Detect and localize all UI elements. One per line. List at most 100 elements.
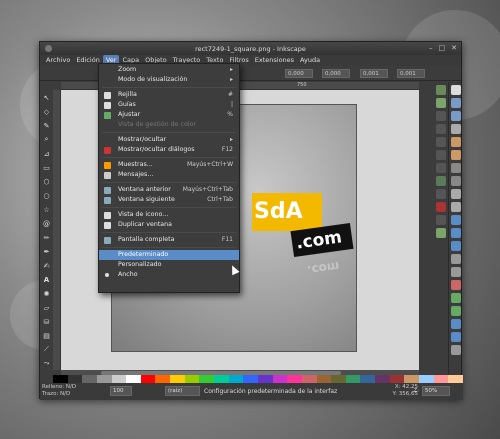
spiral-tool-icon[interactable]: @ [41, 217, 52, 230]
dropper-tool-icon[interactable]: ⟋ [41, 343, 52, 356]
new-document-icon[interactable] [451, 85, 461, 95]
palette-swatch[interactable] [184, 375, 200, 383]
pen-tool-icon[interactable]: ✒ [41, 245, 52, 258]
palette-swatch[interactable] [301, 375, 317, 383]
palette-swatch[interactable] [404, 375, 420, 383]
window-menu-icon[interactable] [45, 45, 52, 52]
zoom-field[interactable]: 50% [422, 386, 450, 396]
palette-swatch[interactable] [316, 375, 332, 383]
menu-item-vista-de-gestión-de-color[interactable]: Vista de gestión de color [99, 120, 239, 130]
export-icon[interactable] [451, 150, 461, 160]
maximize-icon[interactable]: □ [439, 44, 446, 52]
text-tool-icon[interactable]: A [41, 273, 52, 286]
import-icon[interactable] [451, 137, 461, 147]
star-tool-icon[interactable]: ☆ [41, 203, 52, 216]
spray-tool-icon[interactable]: ✺ [41, 287, 52, 300]
ellipse-tool-icon[interactable]: ○ [41, 189, 52, 202]
menu-item-pantalla-completa[interactable]: Pantalla completa F11 [99, 235, 239, 245]
menu-item-vista-de-icono[interactable]: Vista de icono... [99, 210, 239, 220]
palette-swatch[interactable] [331, 375, 346, 383]
menu-item-ventana-siguiente[interactable]: Ventana siguiente Ctrl+Tab [99, 195, 239, 205]
print-icon[interactable] [451, 124, 461, 134]
palette-swatch[interactable] [228, 375, 244, 383]
snap-page-icon[interactable] [436, 228, 446, 238]
zoom-tool-icon[interactable]: ⌕ [41, 133, 52, 146]
menu-item-duplicar-ventana[interactable]: Duplicar ventana [99, 220, 239, 230]
palette-swatch[interactable] [155, 375, 171, 383]
palette-swatch[interactable] [448, 375, 463, 383]
palette-swatch[interactable] [360, 375, 376, 383]
snap-smooth-icon[interactable] [436, 202, 446, 212]
palette-swatch[interactable] [272, 375, 288, 383]
pencil-tool-icon[interactable]: ✏ [41, 231, 52, 244]
layer-selector[interactable]: (raíz) [165, 386, 200, 396]
h-field[interactable]: 0,001 [397, 69, 425, 78]
snap-bbox-icon[interactable] [436, 98, 446, 108]
calligraphy-tool-icon[interactable]: ✍ [41, 259, 52, 272]
menu-item-zoom[interactable]: Zoom ▸ [99, 65, 239, 75]
3dbox-tool-icon[interactable]: ⬡ [41, 175, 52, 188]
opacity-field[interactable]: 100 [110, 386, 132, 396]
open-icon[interactable] [451, 98, 461, 108]
snap-midpoint-icon[interactable] [436, 137, 446, 147]
y-field[interactable]: 0,000 [322, 69, 350, 78]
x-field[interactable]: 0,000 [285, 69, 313, 78]
palette-swatch[interactable] [214, 375, 229, 383]
snap-nodes-icon[interactable] [436, 163, 446, 173]
undo-icon[interactable] [451, 163, 461, 173]
palette-swatch[interactable] [287, 375, 302, 383]
minimize-icon[interactable]: – [429, 44, 433, 52]
menu-item-ancho[interactable]: Ancho [99, 270, 239, 280]
snap-midpoints-icon[interactable] [436, 215, 446, 225]
group-icon[interactable] [451, 280, 461, 290]
palette-swatch[interactable] [82, 375, 97, 383]
paste-icon[interactable] [451, 202, 461, 212]
menu-item-muestras[interactable]: Muestras... Mayús+Ctrl+W [99, 160, 239, 170]
palette-swatch[interactable] [389, 375, 405, 383]
node-tool-icon[interactable]: ◇ [41, 105, 52, 118]
zoom-drawing-icon[interactable] [451, 228, 461, 238]
close-icon[interactable]: ✕ [451, 44, 457, 52]
xml-editor-icon[interactable] [451, 319, 461, 329]
fill-stroke-icon[interactable] [451, 293, 461, 303]
palette-swatch[interactable] [375, 375, 390, 383]
menu-item-guías[interactable]: Guías | [99, 100, 239, 110]
snap-center-icon[interactable] [436, 150, 446, 160]
menu-item-rejilla[interactable]: Rejilla # [99, 90, 239, 100]
preferences-icon[interactable] [451, 345, 461, 355]
snap-paths-icon[interactable] [436, 176, 446, 186]
menu-item-personalizado[interactable]: Personalizado [99, 260, 239, 270]
w-field[interactable]: 0,001 [360, 69, 388, 78]
snap-edge-icon[interactable] [436, 111, 446, 121]
palette-swatch[interactable] [345, 375, 361, 383]
palette-swatch[interactable] [257, 375, 273, 383]
save-icon[interactable] [451, 111, 461, 121]
connector-tool-icon[interactable]: ⤳ [41, 357, 52, 370]
palette-swatch[interactable] [53, 375, 68, 383]
palette-swatch[interactable] [433, 375, 449, 383]
redo-icon[interactable] [451, 176, 461, 186]
menu-item-ajustar[interactable]: Ajustar% [99, 110, 239, 120]
palette-swatch[interactable] [67, 375, 83, 383]
menu-ayuda[interactable]: Ayuda [297, 55, 323, 66]
palette-swatch[interactable] [96, 375, 112, 383]
snap-intersections-icon[interactable] [436, 189, 446, 199]
menu-item-predeterminado[interactable]: Predeterminado [99, 250, 239, 260]
align-icon[interactable] [451, 332, 461, 342]
bucket-tool-icon[interactable]: ⛁ [41, 315, 52, 328]
duplicate-icon[interactable] [451, 254, 461, 264]
menu-archivo[interactable]: Archivo [43, 55, 73, 66]
gradient-tool-icon[interactable]: ▤ [41, 329, 52, 342]
copy-icon[interactable] [451, 189, 461, 199]
zoom-selection-icon[interactable] [451, 215, 461, 225]
fill-stroke-indicator[interactable]: Relleno: N/D Trazo: N/D [42, 384, 76, 398]
menu-item-modo-de-visualización[interactable]: Modo de visualización ▸ [99, 75, 239, 85]
snap-corner-icon[interactable] [436, 124, 446, 134]
palette-swatch[interactable] [111, 375, 127, 383]
palette-swatch[interactable] [243, 375, 258, 383]
menu-item-mostrar-ocultar-diálogos[interactable]: Mostrar/ocultar diálogos F12 [99, 145, 239, 155]
palette-swatch[interactable] [126, 375, 141, 383]
menu-extensiones[interactable]: Extensiones [252, 55, 297, 66]
palette-swatch[interactable] [140, 375, 156, 383]
menu-item-mensajes[interactable]: Mensajes... [99, 170, 239, 180]
